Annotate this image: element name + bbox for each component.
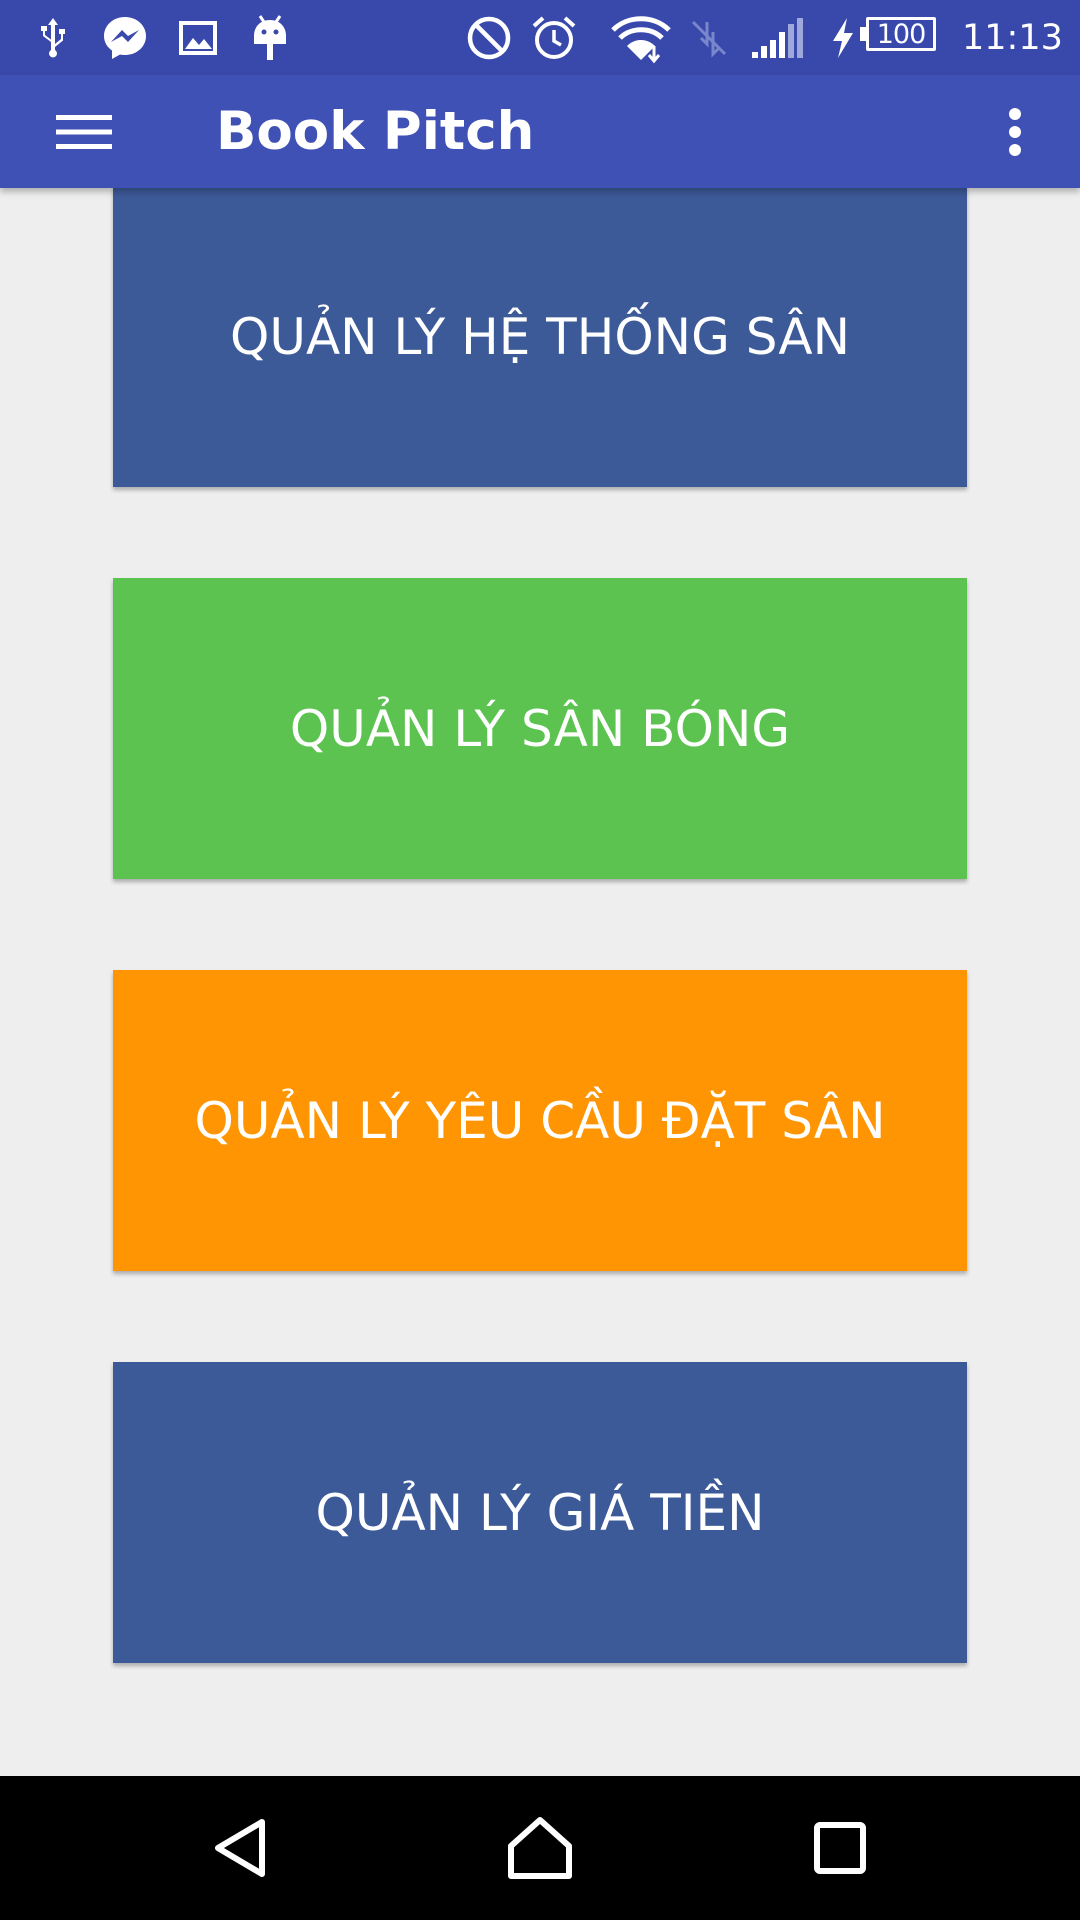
tile-label: QUẢN LÝ SÂN BÓNG — [289, 699, 791, 758]
alarm-icon — [530, 0, 578, 75]
overflow-menu-button[interactable] — [990, 95, 1040, 168]
clock: 11:13 — [962, 17, 1063, 58]
more-vert-icon — [1009, 107, 1021, 156]
back-icon — [215, 1819, 265, 1877]
battery-level: 100 — [866, 17, 936, 51]
manage-booking-requests-button[interactable]: QUẢN LÝ YÊU CẦU ĐẶT SÂN — [113, 970, 967, 1271]
manage-pitch-system-button[interactable]: QUẢN LÝ HỆ THỐNG SÂN — [113, 188, 967, 487]
tile-label: QUẢN LÝ HỆ THỐNG SÂN — [230, 307, 850, 366]
messenger-icon — [100, 0, 150, 75]
home-button[interactable] — [490, 1798, 590, 1898]
battery-indicator: 100 — [860, 17, 942, 55]
wifi-icon — [610, 0, 672, 75]
no-sim-icon — [688, 0, 730, 75]
cell-signal-icon — [750, 0, 806, 75]
tile-label: QUẢN LÝ GIÁ TIỀN — [315, 1483, 765, 1542]
app-title: Book Pitch — [216, 101, 535, 162]
tile-label: QUẢN LÝ YÊU CẦU ĐẶT SÂN — [194, 1091, 886, 1150]
hamburger-menu-icon — [56, 114, 112, 149]
back-button[interactable] — [190, 1798, 290, 1898]
home-icon — [508, 1817, 572, 1879]
main-content: QUẢN LÝ HỆ THỐNG SÂN QUẢN LÝ SÂN BÓNG QU… — [0, 188, 1080, 1776]
recents-button[interactable] — [790, 1798, 890, 1898]
android-icon — [249, 0, 291, 75]
hamburger-menu-button[interactable] — [40, 95, 128, 168]
gallery-icon — [177, 0, 219, 75]
status-bar: 100 11:13 — [0, 0, 1080, 75]
app-bar: Book Pitch — [0, 75, 1080, 188]
manage-pitches-button[interactable]: QUẢN LÝ SÂN BÓNG — [113, 578, 967, 879]
navigation-bar — [0, 1776, 1080, 1920]
usb-icon — [34, 0, 72, 75]
charging-icon — [828, 0, 858, 75]
recents-icon — [814, 1822, 866, 1874]
do-not-disturb-icon — [465, 0, 513, 75]
manage-prices-button[interactable]: QUẢN LÝ GIÁ TIỀN — [113, 1362, 967, 1663]
